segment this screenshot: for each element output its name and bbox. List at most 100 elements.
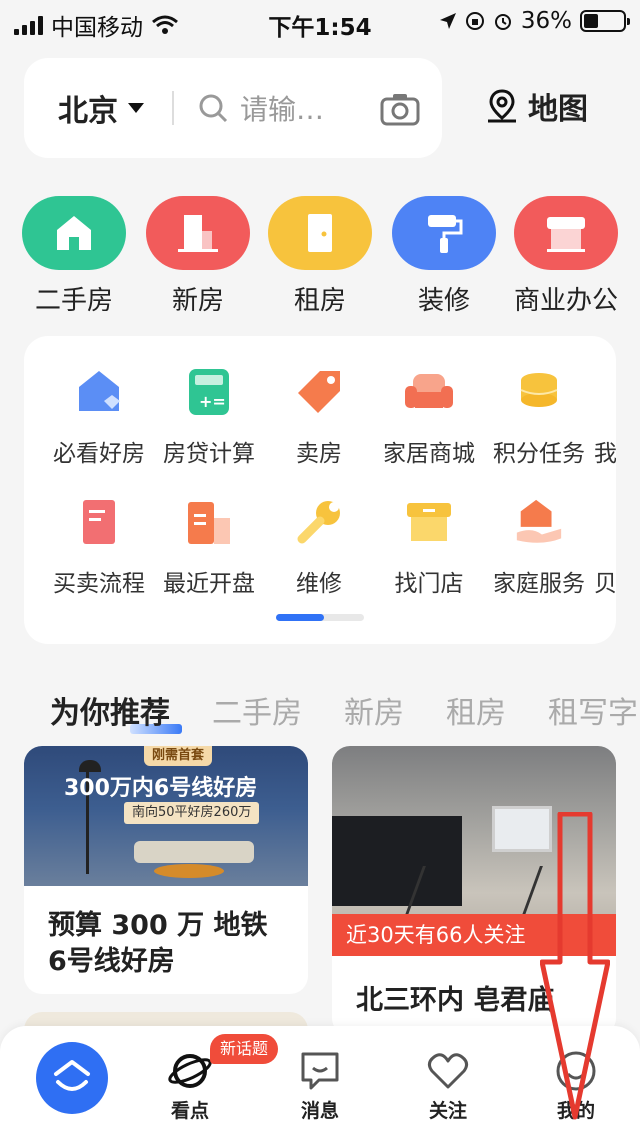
- category-row: 二手房 新房 租房 装修 商业办公: [22, 196, 622, 316]
- tab-recommended[interactable]: 为你推荐: [50, 688, 182, 734]
- box-icon: [403, 496, 455, 548]
- home-logo-icon: [54, 1060, 90, 1091]
- sofa-graphic: [134, 841, 254, 863]
- message-icon: [280, 1048, 360, 1094]
- tab-second-hand[interactable]: 二手房: [212, 688, 302, 732]
- service-label: 必看好房: [53, 441, 145, 467]
- service-repair[interactable]: 维修: [264, 496, 374, 598]
- status-right: 36%: [439, 8, 630, 34]
- paint-roller-icon: [392, 196, 496, 270]
- service-home-mall[interactable]: 家居商城: [374, 366, 484, 468]
- price-tag-icon: [293, 366, 345, 418]
- carousel-indicator: [276, 614, 364, 621]
- service-process[interactable]: 买卖流程: [44, 496, 154, 598]
- nav-label: 看点: [170, 1100, 209, 1122]
- service-partial[interactable]: 贝: [594, 496, 616, 598]
- listing-tag: 刚需首套: [144, 746, 213, 766]
- feed-tabs: 为你推荐 二手房 新房 租房 租写字: [50, 688, 638, 734]
- status-bar: 中国移动 下午1:54 36%: [0, 0, 640, 44]
- search-card: 北京 请输…: [24, 58, 442, 158]
- nav-label: 关注: [428, 1100, 467, 1122]
- coins-icon: [513, 366, 565, 418]
- service-recent-openings[interactable]: 最近开盘: [154, 496, 264, 598]
- camera-icon[interactable]: [380, 92, 420, 126]
- category-label: 装修: [417, 286, 470, 316]
- map-button[interactable]: 地图: [484, 84, 588, 128]
- service-label: 最近开盘: [163, 571, 255, 597]
- service-sell[interactable]: 卖房: [264, 366, 374, 468]
- battery-percent: 36%: [520, 8, 572, 34]
- building-icon: [146, 196, 250, 270]
- service-must-see[interactable]: 必看好房: [44, 366, 154, 468]
- location-arrow-icon: [439, 13, 456, 29]
- alarm-icon: [494, 14, 511, 30]
- sofa-icon: [403, 366, 455, 418]
- door-icon: [268, 196, 372, 270]
- listing-card[interactable]: 刚需首套 300万内6号线好房 南向50平好房260万 预算 300 万 地铁 …: [24, 746, 308, 994]
- hand-house-icon: [513, 496, 565, 548]
- listing-title: 预算 300 万 地铁 6号线好房: [24, 886, 308, 980]
- map-label: 地图: [528, 92, 588, 127]
- rotation-lock-icon: [465, 12, 484, 30]
- search-input[interactable]: 请输…: [198, 88, 324, 128]
- wrench-icon: [293, 496, 345, 548]
- service-points[interactable]: 积分任务: [484, 366, 594, 468]
- category-new-house[interactable]: 新房: [146, 196, 250, 317]
- category-second-hand[interactable]: 二手房: [22, 196, 126, 317]
- storefront-icon: [514, 196, 618, 270]
- search-placeholder: 请输…: [240, 93, 325, 126]
- category-label: 二手房: [34, 286, 113, 316]
- map-pin-icon: [488, 89, 516, 123]
- divider: [172, 91, 174, 125]
- home-button[interactable]: [36, 1042, 108, 1114]
- table-graphic: [154, 864, 224, 878]
- category-decoration[interactable]: 装修: [392, 196, 496, 317]
- listing-headline: 300万内6号线好房: [64, 776, 258, 801]
- service-label: 维修: [296, 571, 342, 597]
- tab-rent[interactable]: 租房: [446, 688, 506, 732]
- tab-new-house[interactable]: 新房: [344, 688, 404, 732]
- heart-icon: [408, 1048, 488, 1094]
- service-mortgage-calc[interactable]: += 房贷计算: [154, 366, 264, 468]
- category-label: 租房: [293, 286, 346, 316]
- service-label: 卖房: [296, 441, 342, 467]
- search-icon: [199, 94, 228, 123]
- service-label: 房贷计算: [163, 441, 255, 467]
- service-label: 我: [594, 441, 616, 467]
- city-selector[interactable]: 北京: [58, 86, 144, 130]
- house-icon: [22, 196, 126, 270]
- book-icon: [73, 496, 125, 548]
- nav-label: 消息: [300, 1100, 339, 1122]
- battery-icon: [580, 10, 630, 32]
- category-commercial[interactable]: 商业办公: [514, 196, 618, 317]
- building-list-icon: [183, 496, 235, 548]
- category-rent[interactable]: 租房: [268, 196, 372, 317]
- service-label: 贝: [594, 571, 616, 597]
- nav-follow[interactable]: 关注: [408, 1048, 488, 1123]
- svg-text:+=: +=: [199, 392, 226, 411]
- category-label: 新房: [171, 286, 224, 316]
- service-find-store[interactable]: 找门店: [374, 496, 484, 598]
- house-badge-icon: [73, 366, 125, 418]
- service-home-service[interactable]: 家庭服务: [484, 496, 594, 598]
- listing-image: 刚需首套 300万内6号线好房 南向50平好房260万: [24, 746, 308, 886]
- service-label: 家庭服务: [493, 571, 585, 597]
- listing-subline: 南向50平好房260万: [124, 802, 260, 824]
- nav-messages[interactable]: 消息: [280, 1048, 360, 1123]
- service-partial[interactable]: 我: [594, 366, 616, 468]
- calculator-icon: +=: [183, 366, 235, 418]
- service-label: 积分任务: [493, 441, 585, 467]
- service-label: 找门店: [394, 571, 464, 597]
- service-label: 家居商城: [383, 441, 475, 467]
- listing-title-line: 6号线好房: [48, 946, 175, 977]
- tab-label: 为你推荐: [50, 696, 170, 731]
- city-label: 北京: [58, 94, 118, 129]
- listing-title-line: 预算 300 万 地铁: [48, 910, 268, 941]
- service-label: 买卖流程: [53, 571, 145, 597]
- category-label: 商业办公: [514, 286, 619, 316]
- services-card: 必看好房 += 房贷计算 卖房 家居商城 积分任务 我 买卖流程 最近开盘 维修…: [24, 336, 616, 644]
- annotation-arrow-icon: [540, 812, 610, 1120]
- tab-office[interactable]: 租写字: [548, 688, 638, 732]
- caret-down-icon: [128, 103, 144, 113]
- new-topic-badge: 新话题: [210, 1034, 279, 1064]
